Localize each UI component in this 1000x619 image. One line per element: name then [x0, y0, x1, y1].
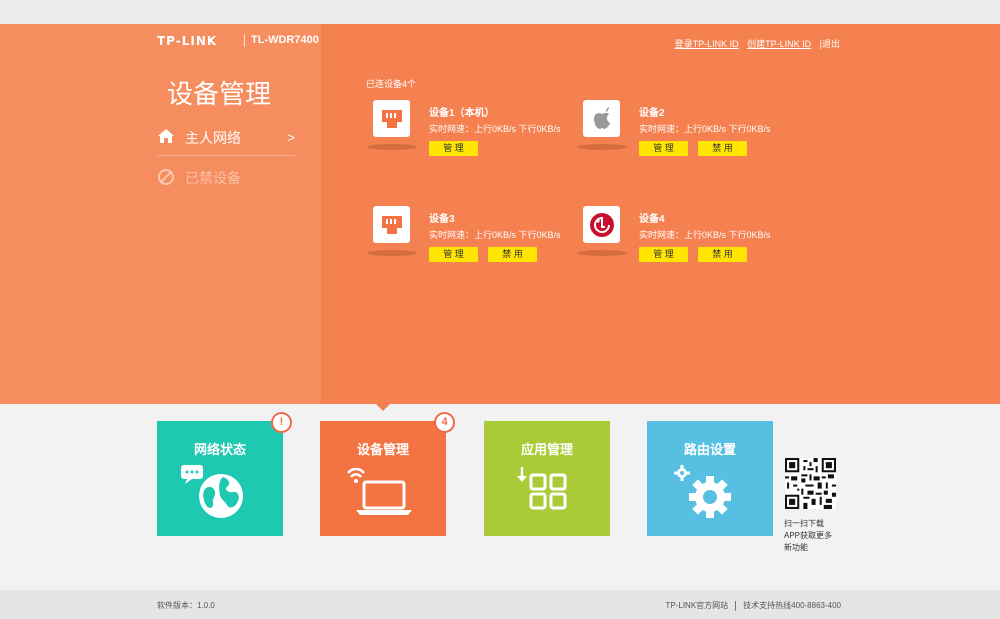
logout-link[interactable]: |退出 — [820, 39, 840, 49]
footer: 软件版本：1.0.0 TP-LINK官方网站 技术支持热线400-8863-400 — [0, 590, 1000, 619]
device-name: 设备3 — [429, 214, 455, 225]
top-links: 登录TP-LINK ID 创建TP-LINK ID |退出 — [669, 37, 840, 50]
globe-icon — [181, 465, 243, 518]
tile-label: 设备管理 — [356, 442, 409, 457]
manage-button[interactable]: 管 理 — [639, 247, 688, 262]
device-speed: 实时网速：上行0KB/s 下行0KB/s — [429, 124, 561, 134]
icon-shadow — [367, 144, 417, 150]
sidebar-item-label: 主人网络 — [185, 129, 241, 146]
divider — [735, 600, 737, 611]
ethernet-icon — [373, 100, 410, 137]
device-speed: 实时网速：上行0KB/s 下行0KB/s — [429, 230, 561, 240]
brand-logo: TP-LINK — [157, 34, 218, 48]
device-card: 设备1（本机） 实时网速：上行0KB/s 下行0KB/s 管 理 — [367, 100, 573, 180]
disable-button[interactable]: 禁 用 — [488, 247, 537, 262]
disable-button[interactable]: 禁 用 — [698, 247, 747, 262]
qr-caption-line: 新功能 — [784, 543, 808, 552]
official-site-link[interactable]: TP-LINK官方网站 — [666, 601, 729, 610]
sidebar-item-blocked-devices[interactable]: 已禁设备 — [157, 160, 295, 196]
device-name: 设备1（本机） — [429, 108, 495, 119]
chevron-right-icon: > — [287, 130, 295, 145]
tile-device-management[interactable]: 设备管理 4 — [320, 412, 455, 536]
tile-network-status[interactable]: 网络状态 ! — [157, 412, 292, 536]
lg-icon — [583, 206, 620, 243]
block-icon — [157, 168, 179, 189]
top-strip — [0, 0, 1000, 24]
device-speed: 实时网速：上行0KB/s 下行0KB/s — [639, 230, 771, 240]
tile-label: 网络状态 — [193, 442, 246, 457]
support-hotline: 技术支持热线400-8863-400 — [743, 601, 841, 610]
tile-app-management[interactable]: 应用管理 — [484, 421, 610, 536]
login-link[interactable]: 登录TP-LINK ID — [675, 39, 739, 49]
disable-button[interactable]: 禁 用 — [698, 141, 747, 156]
sidebar-item-host-network[interactable]: 主人网络 > — [157, 120, 295, 156]
manage-button[interactable]: 管 理 — [429, 247, 478, 262]
alert-badge: ! — [271, 412, 292, 433]
manage-button[interactable]: 管 理 — [429, 141, 478, 156]
device-card: 设备2 实时网速：上行0KB/s 下行0KB/s 管 理 禁 用 — [577, 100, 783, 180]
qr-caption: 扫一扫下载 APP获取更多 新功能 — [784, 518, 844, 554]
software-version: 软件版本：1.0.0 — [157, 601, 215, 610]
gear-icon — [674, 465, 731, 518]
device-card: 设备3 实时网速：上行0KB/s 下行0KB/s 管 理 禁 用 — [367, 206, 573, 286]
icon-shadow — [577, 250, 627, 256]
home-icon — [157, 128, 179, 147]
tile-label: 应用管理 — [520, 442, 573, 457]
device-count-badge: 4 — [434, 412, 455, 433]
model-name: TL-WDR7400 — [244, 34, 319, 47]
device-card: 设备4 实时网速：上行0KB/s 下行0KB/s 管 理 禁 用 — [577, 206, 783, 286]
device-name: 设备4 — [639, 214, 665, 225]
qr-code — [785, 458, 836, 509]
device-name: 设备2 — [639, 108, 665, 119]
sidebar-panel — [0, 24, 321, 404]
manage-button[interactable]: 管 理 — [639, 141, 688, 156]
ethernet-icon — [373, 206, 410, 243]
icon-shadow — [577, 144, 627, 150]
laptop-icon — [347, 467, 412, 515]
icon-shadow — [367, 250, 417, 256]
footer-links: TP-LINK官方网站 技术支持热线400-8863-400 — [666, 600, 841, 611]
apps-icon — [517, 467, 567, 510]
device-speed: 实时网速：上行0KB/s 下行0KB/s — [639, 124, 771, 134]
tile-label: 路由设置 — [683, 442, 736, 457]
apple-icon — [583, 100, 620, 137]
page-title: 设备管理 — [167, 79, 272, 109]
tile-router-settings[interactable]: 路由设置 — [647, 421, 773, 536]
connected-count: 已连设备4个 — [366, 79, 417, 89]
create-id-link[interactable]: 创建TP-LINK ID — [747, 39, 811, 49]
qr-caption-line: APP获取更多 — [784, 531, 833, 540]
qr-caption-line: 扫一扫下载 — [784, 519, 824, 528]
active-tile-pointer — [375, 403, 391, 411]
sidebar-item-label: 已禁设备 — [185, 170, 241, 186]
